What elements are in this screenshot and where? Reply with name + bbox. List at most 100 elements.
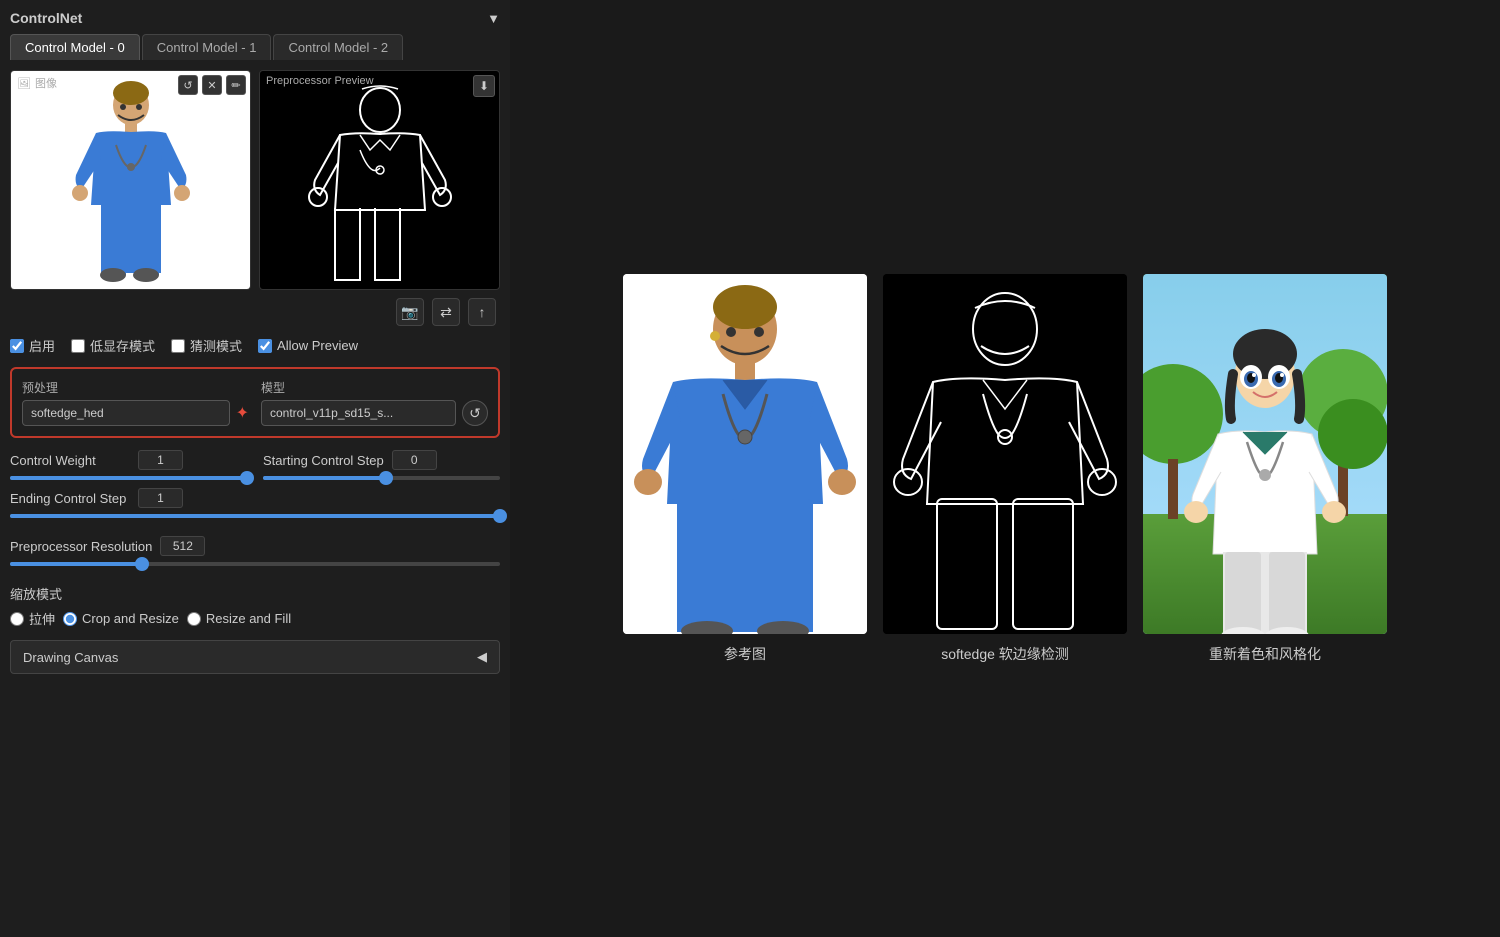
drawing-canvas-row[interactable]: Drawing Canvas ◀ [10,640,500,674]
control-weight-slider[interactable] [10,476,247,480]
drawing-canvas-arrow-icon: ◀ [477,649,487,665]
close-image-btn[interactable]: ✕ [202,75,222,95]
crop-radio[interactable] [63,612,77,626]
edit-image-btn[interactable]: ✏ [226,75,246,95]
checkbox-row: 启用 低显存模式 猜测模式 Allow Preview [10,336,500,355]
starting-step-value[interactable]: 0 [392,450,437,470]
result-styled: 重新着色和风格化 [1143,274,1387,664]
allow-preview-checkbox[interactable]: Allow Preview [258,338,358,353]
result-reference-image [623,274,867,634]
enable-checkbox[interactable]: 启用 [10,336,55,355]
stretch-radio[interactable] [10,612,24,626]
result-reference-caption: 参考图 [724,644,766,664]
preprocessor-res-slider[interactable] [10,562,500,566]
model-row: 预处理 softedge_hed ✦ 模型 control_v11p_sd15_… [22,379,488,426]
nurse-svg [66,75,196,285]
fill-radio[interactable] [187,612,201,626]
tab-control-model-2[interactable]: Control Model - 2 [273,34,403,60]
starting-step-thumb[interactable] [379,471,393,485]
tab-control-model-1[interactable]: Control Model - 1 [142,34,272,60]
guess-mode-checkbox-input[interactable] [171,339,185,353]
image-panel-controls: ↺ ✕ ✏ [178,75,246,95]
zoom-options: 拉伸 Crop and Resize Resize and Fill [10,609,500,628]
upload-btn[interactable]: ↑ [468,298,496,326]
controlnet-title: ControlNet [10,10,82,26]
left-panel: ControlNet ▼ Control Model - 0 Control M… [0,0,510,937]
guess-mode-checkbox[interactable]: 猜测模式 [171,336,242,355]
control-weight-row: Control Weight 1 [10,450,247,470]
preprocessor-preview-label: Preprocessor Preview [266,75,374,87]
model-section: 预处理 softedge_hed ✦ 模型 control_v11p_sd15_… [10,367,500,438]
result-styled-svg [1143,274,1387,634]
dual-sliders-row: Control Weight 1 Starting Control Step 0 [10,450,500,488]
preprocessor-res-fill [10,562,142,566]
stretch-option[interactable]: 拉伸 [10,609,55,628]
ending-step-slider[interactable] [10,514,500,518]
refresh-image-btn[interactable]: ↺ [178,75,198,95]
ending-step-label: Ending Control Step [10,491,130,506]
enable-checkbox-input[interactable] [10,339,24,353]
result-styled-image [1143,274,1387,634]
control-weight-label: Control Weight [10,453,130,468]
image-panel-label: 🖼 图像 [17,75,57,91]
preprocessor-res-thumb[interactable] [135,557,149,571]
result-edge-svg [883,274,1127,634]
right-panel: 参考图 [510,0,1500,937]
tabs-row: Control Model - 0 Control Model - 1 Cont… [10,34,500,60]
ending-step-thumb[interactable] [493,509,507,523]
starting-step-label: Starting Control Step [263,453,384,468]
edge-preview-image [260,71,499,289]
result-styled-caption: 重新着色和风格化 [1209,644,1321,664]
nurse-image [11,71,250,289]
star-icon[interactable]: ✦ [236,403,249,423]
starting-step-row: Starting Control Step 0 [263,450,500,470]
preprocessor-col: 预处理 softedge_hed ✦ [22,379,249,426]
model-col: 模型 control_v11p_sd15_s... ↺ [261,379,488,426]
preprocessor-label: 预处理 [22,379,249,396]
preprocessor-res-value[interactable]: 512 [160,536,205,556]
crop-resize-option[interactable]: Crop and Resize [63,611,179,626]
collapse-arrow-icon[interactable]: ▼ [487,11,500,26]
drawing-canvas-label: Drawing Canvas [23,650,118,665]
preprocessor-res-section: Preprocessor Resolution 512 [10,536,500,574]
tab-control-model-0[interactable]: Control Model - 0 [10,34,140,60]
preprocessor-preview-panel: Preprocessor Preview ⬇ [259,70,500,290]
preprocessor-res-label: Preprocessor Resolution [10,539,152,554]
control-weight-thumb[interactable] [240,471,254,485]
result-reference: 参考图 [623,274,867,664]
result-edge-caption: softedge 软边缘检测 [941,644,1069,664]
allow-preview-checkbox-input[interactable] [258,339,272,353]
results-row: 参考图 [623,274,1387,664]
zoom-mode-section: 缩放模式 拉伸 Crop and Resize Resize and Fill [10,584,500,628]
download-preview-btn[interactable]: ⬇ [473,75,495,97]
starting-step-slider[interactable] [263,476,500,480]
zoom-mode-label: 缩放模式 [10,584,500,603]
starting-step-fill [263,476,386,480]
result-edge: softedge 软边缘检测 [883,274,1127,664]
preprocessor-select-row: softedge_hed ✦ [22,400,249,426]
result-edge-image [883,274,1127,634]
model-select[interactable]: control_v11p_sd15_s... [261,400,456,426]
input-image-panel: 🖼 图像 ↺ ✕ ✏ [10,70,251,290]
ending-step-value[interactable]: 1 [138,488,183,508]
low-vram-checkbox[interactable]: 低显存模式 [71,336,155,355]
model-label: 模型 [261,379,488,396]
image-row: 🖼 图像 ↺ ✕ ✏ [10,70,500,290]
resize-fill-option[interactable]: Resize and Fill [187,611,291,626]
controlnet-header: ControlNet ▼ [10,10,500,26]
control-weight-fill [10,476,247,480]
preprocessor-select[interactable]: softedge_hed [22,400,230,426]
preprocessor-res-row: Preprocessor Resolution 512 [10,536,500,556]
low-vram-checkbox-input[interactable] [71,339,85,353]
edge-svg [300,75,460,285]
model-refresh-btn[interactable]: ↺ [462,400,488,426]
starting-step-col: Starting Control Step 0 [263,450,500,488]
action-row: 📷 ⇄ ↑ [10,298,500,326]
ending-step-section: Ending Control Step 1 [10,488,500,526]
swap-btn[interactable]: ⇄ [432,298,460,326]
control-weight-value[interactable]: 1 [138,450,183,470]
ending-step-row: Ending Control Step 1 [10,488,500,508]
model-select-row: control_v11p_sd15_s... ↺ [261,400,488,426]
image-icon: 🖼 [17,77,31,90]
camera-btn[interactable]: 📷 [396,298,424,326]
